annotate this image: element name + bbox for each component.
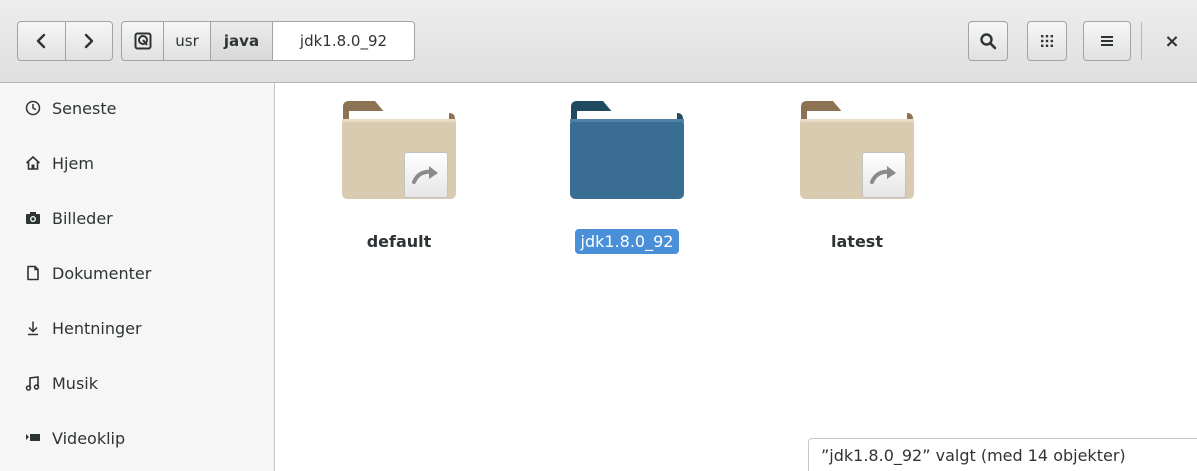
symlink-arrow-icon bbox=[412, 166, 438, 184]
folder-icon bbox=[570, 101, 684, 199]
file-item-default[interactable]: default bbox=[319, 83, 479, 263]
breadcrumb-java[interactable]: java bbox=[211, 22, 273, 60]
hamburger-menu-icon bbox=[1101, 36, 1113, 46]
file-view: default jdk1.8.0_92 latest bbox=[275, 83, 1197, 471]
symlink-arrow-icon bbox=[870, 166, 896, 184]
search-button[interactable] bbox=[968, 21, 1008, 61]
search-icon bbox=[980, 33, 997, 50]
file-item-latest[interactable]: latest bbox=[777, 83, 937, 263]
sidebar-item-label: Billeder bbox=[52, 208, 113, 228]
sidebar: Seneste Hjem Billeder Dokumenter Hentnin… bbox=[0, 83, 275, 471]
video-icon bbox=[24, 429, 42, 447]
back-button[interactable] bbox=[18, 22, 65, 60]
breadcrumb-usr[interactable]: usr bbox=[164, 22, 211, 60]
sidebar-item-label: Videoklip bbox=[52, 428, 126, 448]
filesystem-root-icon bbox=[134, 32, 151, 50]
sidebar-item-downloads[interactable]: Hentninger bbox=[0, 308, 274, 348]
header-bar: usr java jdk1.8.0_92 × bbox=[0, 0, 1197, 83]
music-icon bbox=[24, 374, 42, 392]
home-icon bbox=[24, 154, 42, 172]
chevron-left-icon bbox=[37, 33, 46, 49]
sidebar-item-videos[interactable]: Videoklip bbox=[0, 418, 274, 458]
sidebar-item-recent[interactable]: Seneste bbox=[0, 88, 274, 128]
chevron-right-icon bbox=[84, 33, 93, 49]
sidebar-item-pictures[interactable]: Billeder bbox=[0, 198, 274, 238]
close-button[interactable]: × bbox=[1152, 21, 1192, 61]
symlink-badge bbox=[404, 152, 448, 198]
selection-status: ”jdk1.8.0_92” valgt (med 14 objekter) bbox=[808, 438, 1197, 471]
symlink-badge bbox=[862, 152, 906, 198]
sidebar-item-label: Hentninger bbox=[52, 318, 142, 338]
file-name: jdk1.8.0_92 bbox=[547, 229, 707, 254]
breadcrumb-root[interactable] bbox=[122, 22, 164, 60]
view-mode-button[interactable] bbox=[1027, 21, 1067, 61]
menu-button[interactable] bbox=[1083, 21, 1131, 61]
navigation-buttons bbox=[17, 21, 113, 61]
breadcrumb-jdk[interactable]: jdk1.8.0_92 bbox=[273, 22, 414, 60]
sidebar-item-label: Hjem bbox=[52, 153, 94, 173]
sidebar-item-home[interactable]: Hjem bbox=[0, 143, 274, 183]
clock-icon bbox=[24, 99, 42, 117]
document-icon bbox=[24, 264, 42, 282]
breadcrumb: usr java jdk1.8.0_92 bbox=[121, 21, 415, 61]
sidebar-item-music[interactable]: Musik bbox=[0, 363, 274, 403]
camera-icon bbox=[24, 209, 42, 227]
file-name: default bbox=[366, 232, 432, 251]
sidebar-item-label: Musik bbox=[52, 373, 98, 393]
sidebar-item-label: Dokumenter bbox=[52, 263, 152, 283]
file-item-jdk[interactable]: jdk1.8.0_92 bbox=[547, 83, 707, 263]
file-name: latest bbox=[831, 232, 883, 251]
forward-button[interactable] bbox=[64, 22, 113, 60]
sidebar-item-label: Seneste bbox=[52, 98, 117, 118]
download-icon bbox=[24, 319, 42, 337]
file-manager-window: usr java jdk1.8.0_92 × Seneste Hjem Bill… bbox=[0, 0, 1197, 471]
icon-grid-icon bbox=[1041, 35, 1053, 47]
header-separator bbox=[1141, 22, 1142, 60]
sidebar-item-documents[interactable]: Dokumenter bbox=[0, 253, 274, 293]
